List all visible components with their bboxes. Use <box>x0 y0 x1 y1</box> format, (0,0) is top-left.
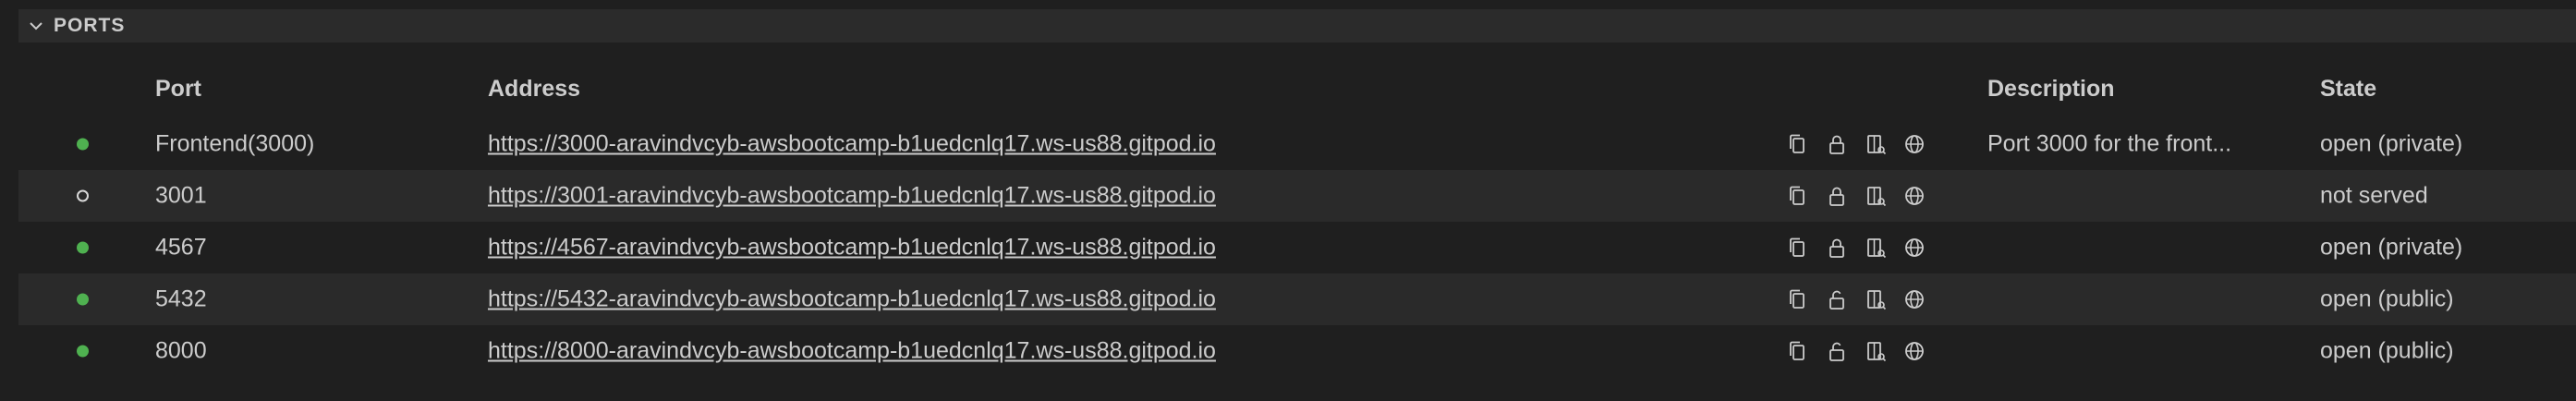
state-text: open (private) <box>2320 234 2463 261</box>
description-text: Port 3000 for the front... <box>1987 130 2232 157</box>
copy-icon[interactable] <box>1783 181 1813 211</box>
table-row[interactable]: 3001 https://3001-aravindvcyb-awsbootcamp… <box>18 170 2576 222</box>
column-header-state[interactable]: State <box>2320 76 2376 103</box>
port-label[interactable]: 4567 <box>155 235 207 261</box>
table-row[interactable]: 4567 https://4567-aravindvcyb-awsbootcamp… <box>18 222 2576 273</box>
open-preview-icon[interactable] <box>1861 233 1890 262</box>
globe-icon[interactable] <box>1900 285 1929 314</box>
port-label[interactable]: Frontend(3000) <box>155 131 314 158</box>
column-header-description[interactable]: Description <box>1987 76 2115 103</box>
panel-title: PORTS <box>54 15 126 36</box>
ports-panel-header[interactable]: PORTS <box>18 9 2576 43</box>
address-link[interactable]: https://3000-aravindvcyb-awsbootcamp-b1u… <box>488 131 1216 158</box>
status-running-icon <box>77 241 89 254</box>
port-label[interactable]: 5432 <box>155 286 207 313</box>
open-preview-icon[interactable] <box>1861 285 1890 314</box>
table-row[interactable]: Frontend(3000) https://3000-aravindvcyb-a… <box>18 118 2576 170</box>
address-link[interactable]: https://5432-aravindvcyb-awsbootcamp-b1u… <box>488 286 1216 313</box>
unlock-icon[interactable] <box>1822 336 1852 366</box>
state-text: open (private) <box>2320 130 2463 157</box>
unlock-icon[interactable] <box>1822 285 1852 314</box>
copy-icon[interactable] <box>1783 285 1813 314</box>
row-actions <box>1783 285 1929 314</box>
row-actions <box>1783 181 1929 211</box>
table-row[interactable]: 8000 https://8000-aravindvcyb-awsbootcamp… <box>18 325 2576 377</box>
ports-panel: PORTS Port Address Description State Fro… <box>0 0 2576 401</box>
column-header-address[interactable]: Address <box>488 76 580 103</box>
address-link[interactable]: https://8000-aravindvcyb-awsbootcamp-b1u… <box>488 338 1216 365</box>
row-actions <box>1783 233 1929 262</box>
row-actions <box>1783 336 1929 366</box>
port-label[interactable]: 3001 <box>155 183 207 210</box>
globe-icon[interactable] <box>1900 129 1929 159</box>
row-actions <box>1783 129 1929 159</box>
status-running-icon <box>77 293 89 306</box>
copy-icon[interactable] <box>1783 129 1813 159</box>
chevron-down-icon[interactable] <box>26 16 46 36</box>
state-text: not served <box>2320 182 2428 209</box>
copy-icon[interactable] <box>1783 233 1813 262</box>
lock-icon[interactable] <box>1822 181 1852 211</box>
open-preview-icon[interactable] <box>1861 181 1890 211</box>
port-label[interactable]: 8000 <box>155 338 207 365</box>
state-text: open (public) <box>2320 286 2454 312</box>
status-running-icon <box>77 345 89 358</box>
status-running-icon <box>77 138 89 151</box>
table-row[interactable]: 5432 https://5432-aravindvcyb-awsbootcamp… <box>18 273 2576 325</box>
lock-icon[interactable] <box>1822 233 1852 262</box>
address-link[interactable]: https://3001-aravindvcyb-awsbootcamp-b1u… <box>488 183 1216 210</box>
copy-icon[interactable] <box>1783 336 1813 366</box>
state-text: open (public) <box>2320 337 2454 364</box>
status-idle-icon <box>77 189 89 202</box>
globe-icon[interactable] <box>1900 336 1929 366</box>
column-header-port[interactable]: Port <box>155 76 201 103</box>
open-preview-icon[interactable] <box>1861 129 1890 159</box>
table-header: Port Address Description State <box>18 61 2576 118</box>
lock-icon[interactable] <box>1822 129 1852 159</box>
open-preview-icon[interactable] <box>1861 336 1890 366</box>
globe-icon[interactable] <box>1900 181 1929 211</box>
ports-table: Port Address Description State Frontend(… <box>18 61 2576 377</box>
globe-icon[interactable] <box>1900 233 1929 262</box>
address-link[interactable]: https://4567-aravindvcyb-awsbootcamp-b1u… <box>488 235 1216 261</box>
